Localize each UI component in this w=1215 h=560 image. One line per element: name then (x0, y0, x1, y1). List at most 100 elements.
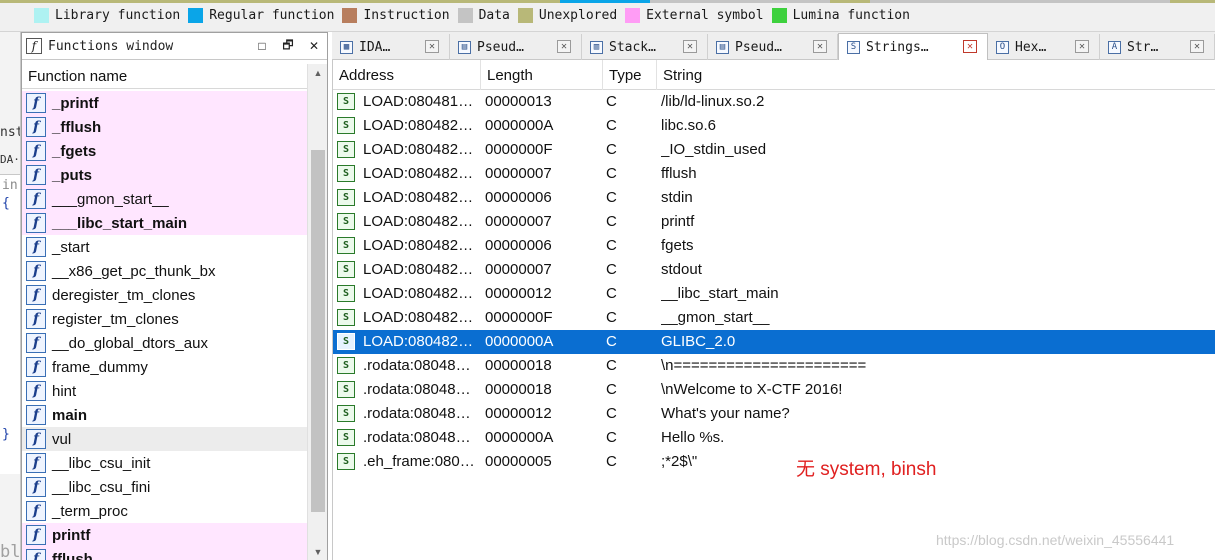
string-length: 0000000A (485, 333, 554, 350)
view-tab[interactable]: ▤ Pseud… ✕ (708, 34, 838, 60)
string-row[interactable]: S .rodata:08048… 00000018 C \nWelcome to X-C… (333, 378, 1215, 402)
string-address: .rodata:08048… (363, 429, 471, 446)
function-icon: f (26, 381, 46, 401)
function-list-item[interactable]: f ___libc_start_main (22, 211, 307, 235)
string-icon: S (337, 213, 355, 230)
tab-close-icon[interactable]: ✕ (813, 40, 827, 53)
string-row[interactable]: S LOAD:080482… 00000012 C __libc_start_main (333, 282, 1215, 306)
function-icon: f (26, 117, 46, 137)
string-value: _IO_stdin_used (661, 141, 767, 158)
tab-close-icon[interactable]: ✕ (963, 40, 977, 53)
scroll-down-icon[interactable]: ▼ (308, 543, 328, 560)
string-value: fgets (661, 237, 694, 254)
navigation-band[interactable] (0, 0, 1215, 3)
string-row[interactable]: S .rodata:08048… 00000012 C What's your name… (333, 402, 1215, 426)
tab-label: Pseud… (735, 39, 782, 55)
close-icon[interactable]: ✕ (305, 38, 323, 54)
string-row[interactable]: S LOAD:080481… 00000013 C/lib/ld-linux.so.2 (333, 90, 1215, 114)
string-type: C (606, 381, 617, 398)
function-name: _fgets (52, 142, 97, 160)
gutter-tab-fragment[interactable]: DA· (0, 153, 20, 166)
function-list-item[interactable]: f deregister_tm_clones (22, 283, 307, 307)
string-row[interactable]: S LOAD:080482… 00000007 Cstdout (333, 258, 1215, 282)
function-list-item[interactable]: f _printf (22, 91, 307, 115)
string-icon: S (337, 261, 355, 278)
legend-label: Lumina function (792, 8, 910, 23)
function-list-item[interactable]: f _term_proc (22, 499, 307, 523)
function-list-item[interactable]: f __libc_csu_fini (22, 475, 307, 499)
function-list-item[interactable]: f __do_global_dtors_aux (22, 331, 307, 355)
string-icon: S (337, 165, 355, 182)
view-tab[interactable]: ▦ IDA… ✕ (332, 34, 450, 60)
string-type: C (606, 357, 617, 374)
watermark: https://blog.csdn.net/weixin_45556441 (936, 532, 1175, 548)
column-header-string[interactable]: String (657, 60, 1215, 90)
scrollbar-thumb[interactable] (311, 150, 325, 512)
column-header-function-name[interactable]: Function name (22, 64, 310, 89)
string-address: LOAD:080482… (363, 261, 474, 278)
string-row[interactable]: S LOAD:080482… 0000000A C GLIBC_2.0 (333, 330, 1215, 354)
string-row[interactable]: S LOAD:080482… 00000007 Cfflush (333, 162, 1215, 186)
string-row[interactable]: S LOAD:080482… 0000000A Clibc.so.6 (333, 114, 1215, 138)
string-length: 00000007 (485, 213, 552, 230)
function-list-scrollbar[interactable]: ▲ ▼ (307, 64, 327, 560)
view-tab[interactable]: O Hex… ✕ (988, 34, 1100, 60)
column-header-length[interactable]: Length (481, 60, 603, 90)
function-list-item[interactable]: f ___gmon_start__ (22, 187, 307, 211)
function-list-item[interactable]: f register_tm_clones (22, 307, 307, 331)
legend-item: Regular function (188, 8, 334, 23)
string-row[interactable]: S LOAD:080482… 00000007 Cprintf (333, 210, 1215, 234)
tab-close-icon[interactable]: ✕ (1190, 40, 1204, 53)
function-list-item[interactable]: f fflush (22, 547, 307, 560)
string-type: C (606, 405, 617, 422)
string-row[interactable]: S .rodata:08048… 0000000A C Hello %s. (333, 426, 1215, 450)
view-tab[interactable]: A Str… ✕ (1100, 34, 1215, 60)
function-list-item[interactable]: f _puts (22, 163, 307, 187)
function-list-item[interactable]: f printf (22, 523, 307, 547)
string-row[interactable]: S LOAD:080482… 00000006 Cfgets (333, 234, 1215, 258)
string-icon: S (337, 117, 355, 134)
string-row[interactable]: S .eh_frame:080… 00000005 C ;*2$\" (333, 450, 1215, 474)
tab-close-icon[interactable]: ✕ (425, 40, 439, 53)
tab-close-icon[interactable]: ✕ (1075, 40, 1089, 53)
view-tab[interactable]: S Strings… ✕ (838, 33, 988, 61)
function-name: ___gmon_start__ (52, 190, 169, 208)
function-name: _printf (52, 94, 99, 112)
string-row[interactable]: S LOAD:080482… 0000000F C __gmon_start__ (333, 306, 1215, 330)
gutter-brace-close: } (2, 427, 10, 442)
view-tab[interactable]: ▥ Stack… ✕ (582, 34, 708, 60)
function-list-item[interactable]: f __libc_csu_init (22, 451, 307, 475)
function-list-item[interactable]: f _start (22, 235, 307, 259)
string-row[interactable]: S LOAD:080482… 00000006 Cstdin (333, 186, 1215, 210)
string-row[interactable]: S LOAD:080482… 0000000F C _IO_stdin_used (333, 138, 1215, 162)
legend-item: Library function (34, 8, 180, 23)
float-window-icon[interactable]: 🗗 (279, 38, 297, 54)
function-list-item[interactable]: f frame_dummy (22, 355, 307, 379)
tab-close-icon[interactable]: ✕ (683, 40, 697, 53)
function-list-item[interactable]: f hint (22, 379, 307, 403)
string-type: C (606, 333, 617, 350)
tab-close-icon[interactable]: ✕ (557, 40, 571, 53)
string-length: 00000012 (485, 405, 552, 422)
functions-window-title: Functions window (48, 38, 174, 54)
string-type: C (606, 309, 617, 326)
legend-bar: Library function Regular function Instruct… (0, 0, 1215, 32)
function-list-item[interactable]: f vul (22, 427, 307, 451)
functions-window-titlebar[interactable]: f Functions window □ 🗗 ✕ (22, 33, 327, 60)
function-list-item[interactable]: f __x86_get_pc_thunk_bx (22, 259, 307, 283)
function-list-item[interactable]: f _fflush (22, 115, 307, 139)
function-name: deregister_tm_clones (52, 286, 196, 304)
function-list-item[interactable]: f main (22, 403, 307, 427)
function-list-item[interactable]: f _fgets (22, 139, 307, 163)
column-header-address[interactable]: Address (333, 60, 481, 90)
tab-label: Hex… (1015, 39, 1047, 55)
scroll-up-icon[interactable]: ▲ (308, 64, 328, 82)
minimize-icon[interactable]: □ (253, 38, 271, 54)
view-tab[interactable]: ▤ Pseud… ✕ (450, 34, 582, 60)
string-row[interactable]: S .rodata:08048… 00000018 C \n==============… (333, 354, 1215, 378)
string-length: 00000018 (485, 381, 552, 398)
tab-view-icon: ▦ (340, 40, 353, 54)
string-icon: S (337, 405, 355, 422)
string-value: libc.so.6 (661, 117, 717, 134)
column-header-type[interactable]: Type (603, 60, 657, 90)
